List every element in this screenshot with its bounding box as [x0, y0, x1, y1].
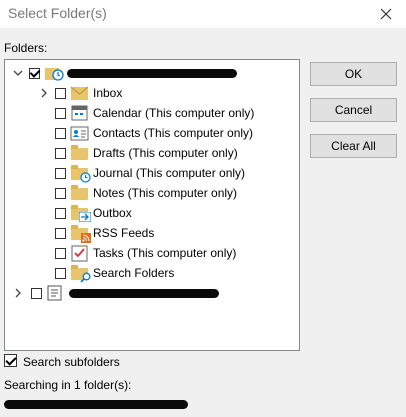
tree-item-search-folders[interactable]: Search Folders [51, 263, 174, 283]
outbox-checkbox[interactable] [55, 207, 66, 219]
tree-item-outbox[interactable]: Outbox [51, 203, 132, 223]
journal-checkbox[interactable] [55, 167, 66, 179]
tree-item-label: Contacts (This computer only) [93, 126, 254, 140]
tree-item-inbox[interactable]: Inbox [35, 83, 122, 103]
tree-root-account[interactable] [11, 63, 237, 83]
folder-tree[interactable]: Inbox Calendar (This computer only) Cont… [4, 59, 300, 351]
clear-all-button[interactable]: Clear All [310, 134, 397, 158]
tree-item-label: Search Folders [93, 266, 175, 280]
close-icon [380, 8, 392, 20]
search-subfolders-label[interactable]: Search subfolders [23, 355, 120, 369]
tree-item-label: Outbox [93, 206, 132, 220]
tree-item-rss-feeds[interactable]: RSS Feeds [51, 223, 154, 243]
tree-root-account-2[interactable] [11, 283, 219, 303]
chevron-right-icon[interactable] [11, 286, 25, 300]
journal-icon [70, 164, 91, 183]
search-folder-icon [70, 264, 91, 283]
calendar-checkbox[interactable] [55, 107, 66, 119]
tree-item-journal[interactable]: Journal (This computer only) [51, 163, 245, 183]
tree-item-tasks[interactable]: Tasks (This computer only) [51, 243, 236, 263]
tree-item-label: Calendar (This computer only) [93, 106, 255, 120]
redacted-account-name [67, 68, 237, 78]
folders-label: Folders: [4, 41, 48, 55]
contacts-checkbox[interactable] [55, 127, 66, 139]
tree-item-label: Tasks (This computer only) [93, 246, 237, 260]
tree-item-label: Drafts (This computer only) [93, 146, 238, 160]
tree-item-notes[interactable]: Notes (This computer only) [51, 183, 237, 203]
select-folders-dialog: Select Folder(s) Folders: Inbox Calendar… [0, 0, 406, 417]
tasks-icon [70, 244, 90, 262]
chevron-right-icon[interactable] [37, 86, 51, 100]
ok-button[interactable]: OK [310, 62, 397, 86]
tree-item-drafts[interactable]: Drafts (This computer only) [51, 143, 238, 163]
tree-item-label: Inbox [93, 86, 123, 100]
calendar-icon [70, 104, 90, 122]
searching-in-label: Searching in 1 folder(s): [4, 378, 132, 392]
tree-item-label: Notes (This computer only) [93, 186, 238, 200]
search-subfolders-checkbox[interactable] [4, 354, 17, 367]
tree-item-calendar[interactable]: Calendar (This computer only) [51, 103, 254, 123]
account-icon [44, 64, 64, 82]
contacts-icon [70, 124, 90, 142]
notes-checkbox[interactable] [55, 187, 66, 199]
tree-item-label: Journal (This computer only) [93, 166, 246, 180]
tree-item-label: RSS Feeds [93, 226, 155, 240]
account-checkbox[interactable] [29, 67, 40, 79]
inbox-icon [70, 84, 90, 102]
folder-icon [70, 184, 90, 202]
folder-icon [70, 144, 90, 162]
tasks-checkbox[interactable] [55, 247, 66, 259]
data-file-icon [46, 284, 66, 302]
close-button[interactable] [366, 0, 406, 28]
search-folders-checkbox[interactable] [55, 267, 66, 279]
title-bar: Select Folder(s) [0, 0, 406, 28]
account-2-checkbox[interactable] [31, 287, 42, 299]
rss-feeds-checkbox[interactable] [55, 227, 66, 239]
inbox-checkbox[interactable] [55, 87, 66, 99]
chevron-down-icon[interactable] [11, 66, 25, 80]
outbox-icon [70, 204, 91, 222]
rss-icon [70, 224, 91, 243]
redacted-account-name [69, 288, 219, 298]
drafts-checkbox[interactable] [55, 147, 66, 159]
tree-item-contacts[interactable]: Contacts (This computer only) [51, 123, 253, 143]
dialog-title: Select Folder(s) [8, 5, 107, 21]
redacted-folder-path [4, 400, 188, 409]
cancel-button[interactable]: Cancel [310, 98, 397, 122]
